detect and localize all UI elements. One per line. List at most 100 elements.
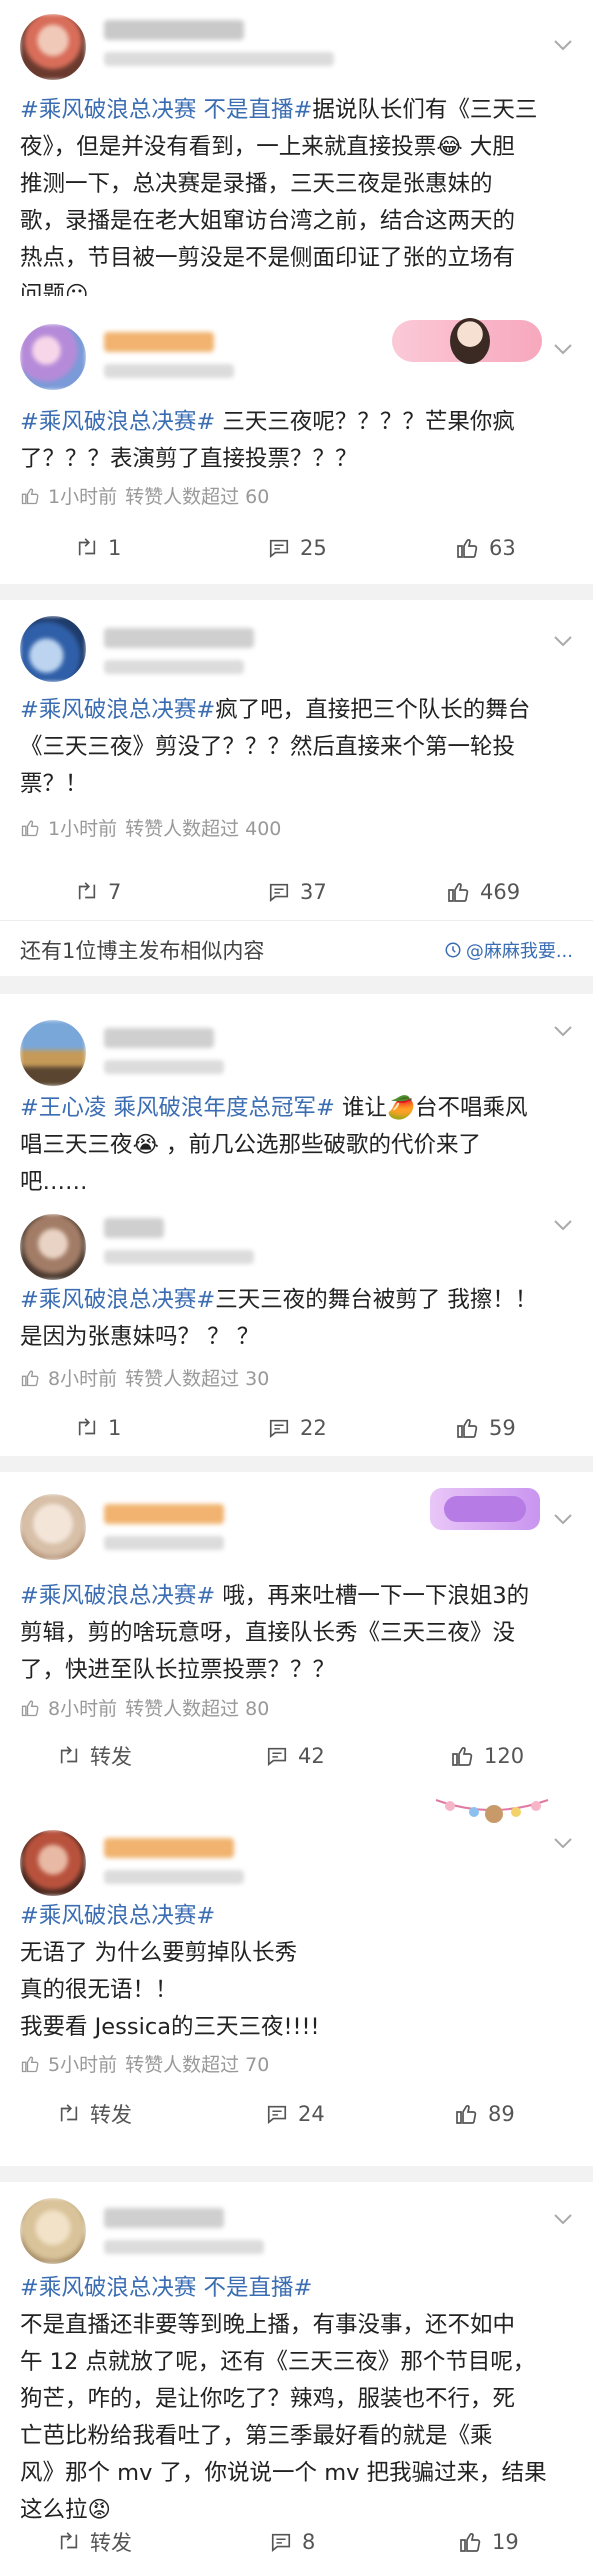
chevron-down-icon[interactable]: [553, 1836, 573, 1850]
like-button[interactable]: 120: [450, 1736, 524, 1776]
action-bar: 1 22 59: [0, 1408, 593, 1448]
hashtag-link[interactable]: #乘风破浪总决赛#: [20, 697, 215, 723]
post-text: 唱三天三夜😭 ，前几公选那些破歌的代价来了: [20, 1132, 481, 1158]
comment-button[interactable]: 22: [268, 1408, 327, 1448]
thumb-up-icon: [457, 539, 478, 558]
chevron-down-icon[interactable]: [553, 342, 573, 356]
action-bar: 1 25 63: [0, 528, 593, 568]
comment-button[interactable]: 25: [268, 528, 327, 568]
comment-button[interactable]: 8: [270, 2522, 315, 2560]
post-body-line: 是因为张惠妹吗？ ？ ？: [20, 1319, 575, 1356]
hashtag-link[interactable]: #王心凌 乘风破浪年度总冠军#: [20, 1095, 335, 1121]
post-text: 热点，节目被一剪没是不是侧面印证了张的立场有: [20, 245, 516, 271]
comment-button[interactable]: 42: [266, 1736, 325, 1776]
username-redacted[interactable]: [104, 332, 214, 352]
like-button[interactable]: 63: [455, 528, 516, 568]
post-card[interactable]: #乘风破浪总决赛# 三天三夜呢？？？？芒果你疯 了？？？表演剪了直接投票？？？ 1…: [0, 296, 593, 584]
chevron-down-icon[interactable]: [553, 1218, 573, 1232]
post-text: 午 12 点就放了呢，还有《三天三夜》那个节目呢，: [20, 2349, 536, 2375]
post-body-line: #乘风破浪总决赛# 哦，再来吐槽一下一下浪姐3的: [20, 1578, 575, 1615]
post-body: #乘风破浪总决赛 不是直播# 不是直播还非要等到晚上播，有事没事，还不如中午 12…: [20, 2270, 575, 2529]
post-text: 吧……: [20, 1169, 88, 1195]
repost-count-line: 8小时前 转赞人数超过 80: [20, 1694, 269, 1721]
like-button[interactable]: 59: [455, 1408, 516, 1448]
post-time: 5小时前: [48, 2054, 118, 2076]
clock-icon: [445, 942, 461, 958]
post-body-line: 无语了 为什么要剪掉队长秀: [20, 1935, 575, 1972]
avatar[interactable]: [20, 14, 86, 80]
hashtag-link[interactable]: #乘风破浪总决赛#: [20, 1583, 215, 1609]
repost-icon: [60, 2104, 78, 2122]
similar-content-source[interactable]: @麻麻我要...: [444, 937, 573, 963]
repost-button[interactable]: 1: [76, 528, 121, 568]
username-redacted[interactable]: [104, 1838, 234, 1858]
post-text: 三天三夜的舞台被剪了 我擦！！: [215, 1287, 538, 1313]
chevron-down-icon[interactable]: [553, 1024, 573, 1038]
post-body-line: #乘风破浪总决赛 不是直播#: [20, 2270, 575, 2307]
post-body-line: 票？！: [20, 766, 575, 803]
chevron-down-icon[interactable]: [553, 634, 573, 648]
avatar[interactable]: [20, 1214, 86, 1280]
post-body-line: 《三天三夜》剪没了？？？然后直接来个第一轮投: [20, 729, 575, 766]
repost-button[interactable]: 转发: [58, 2094, 132, 2134]
post-time: 8小时前: [48, 1698, 118, 1720]
avatar[interactable]: [20, 2198, 86, 2264]
chevron-down-icon[interactable]: [553, 2212, 573, 2226]
avatar[interactable]: [20, 324, 86, 390]
post-body-line: 了？？？表演剪了直接投票？？？: [20, 441, 575, 478]
thumb-up-icon: [21, 1370, 39, 1386]
chevron-down-icon[interactable]: [553, 38, 573, 52]
repost-button[interactable]: 转发: [58, 1736, 132, 1776]
post-card[interactable]: #乘风破浪总决赛 不是直播# 不是直播还非要等到晚上播，有事没事，还不如中午 12…: [0, 2182, 593, 2560]
repost-button[interactable]: 1: [76, 1408, 121, 1448]
post-body-line: #乘风破浪总决赛#疯了吧，直接把三个队长的舞台: [20, 692, 575, 729]
post-text: 推测一下，总决赛是录播，三天三夜是张惠妹的: [20, 171, 493, 197]
post-card[interactable]: #乘风破浪总决赛# 哦，再来吐槽一下一下浪姐3的 剪辑，剪的啥玩意呀，直接队长秀《…: [0, 1472, 593, 1778]
username-redacted[interactable]: [104, 1504, 224, 1524]
separator: [0, 976, 593, 994]
avatar[interactable]: [20, 1020, 86, 1086]
comment-button[interactable]: 24: [266, 2094, 325, 2134]
hashtag-link[interactable]: #乘风破浪总决赛 不是直播#: [20, 97, 312, 123]
repost-like-count: 转赞人数超过 30: [125, 1368, 270, 1390]
avatar[interactable]: [20, 616, 86, 682]
comment-button[interactable]: 37: [268, 872, 327, 912]
repost-button[interactable]: 转发: [58, 2522, 132, 2560]
chevron-down-icon[interactable]: [553, 1512, 573, 1526]
post-card[interactable]: #乘风破浪总决赛#疯了吧，直接把三个队长的舞台 《三天三夜》剪没了？？？然后直接来…: [0, 600, 593, 920]
username-redacted[interactable]: [104, 20, 244, 40]
post-meta-redacted: [104, 1060, 224, 1074]
username-redacted[interactable]: [104, 2208, 224, 2228]
similar-content-bar[interactable]: 还有1位博主发布相似内容 @麻麻我要...: [0, 920, 593, 976]
like-button[interactable]: 19: [458, 2522, 519, 2560]
post-card[interactable]: #乘风破浪总决赛# 无语了 为什么要剪掉队长秀 真的很无语！！ 我要看 Jessica…: [0, 1778, 593, 2166]
avatar[interactable]: [20, 1830, 86, 1896]
post-meta-redacted: [104, 1536, 224, 1550]
post-body-line: #乘风破浪总决赛#三天三夜的舞台被剪了 我擦！！: [20, 1282, 575, 1319]
repost-count-line: 1小时前 转赞人数超过 60: [20, 482, 269, 509]
avatar[interactable]: [20, 1494, 86, 1560]
repost-button[interactable]: 7: [76, 872, 121, 912]
hashtag-link[interactable]: #乘风破浪总决赛#: [20, 409, 215, 435]
hashtag-link[interactable]: #乘风破浪总决赛 不是直播#: [20, 2275, 312, 2301]
post-meta-redacted: [104, 2240, 264, 2254]
post-card[interactable]: #乘风破浪总决赛#三天三夜的舞台被剪了 我擦！！ 是因为张惠妹吗？ ？ ？ 8小时…: [0, 1194, 593, 1456]
post-card[interactable]: #乘风破浪总决赛 不是直播#据说队长们有《三天三 夜》，但是并没有看到，一上来就直…: [0, 0, 593, 308]
comment-icon: [269, 1419, 289, 1438]
action-bar: 转发 24 89: [0, 2094, 593, 2134]
username-redacted[interactable]: [104, 1028, 214, 1048]
decoration-sticker: [430, 1488, 540, 1530]
post-body-line: 推测一下，总决赛是录播，三天三夜是张惠妹的: [20, 166, 575, 203]
post-text: 无语了 为什么要剪掉队长秀: [20, 1940, 298, 1966]
hashtag-link[interactable]: #乘风破浪总决赛#: [20, 1287, 215, 1313]
like-button[interactable]: 469: [446, 872, 520, 912]
username-redacted[interactable]: [104, 628, 254, 648]
post-body: #乘风破浪总决赛#疯了吧，直接把三个队长的舞台 《三天三夜》剪没了？？？然后直接来…: [20, 692, 575, 803]
hashtag-link[interactable]: #乘风破浪总决赛#: [20, 1903, 215, 1929]
decoration-sticker: [432, 1792, 552, 1828]
post-text: 票？！: [20, 771, 88, 797]
post-body-line: 不是直播还非要等到晚上播，有事没事，还不如中: [20, 2307, 575, 2344]
post-card[interactable]: #王心凌 乘风破浪年度总冠军# 谁让🥭台不唱乘风 唱三天三夜😭 ，前几公选那些破歌…: [0, 994, 593, 1195]
username-redacted[interactable]: [104, 1218, 164, 1238]
like-button[interactable]: 89: [454, 2094, 515, 2134]
